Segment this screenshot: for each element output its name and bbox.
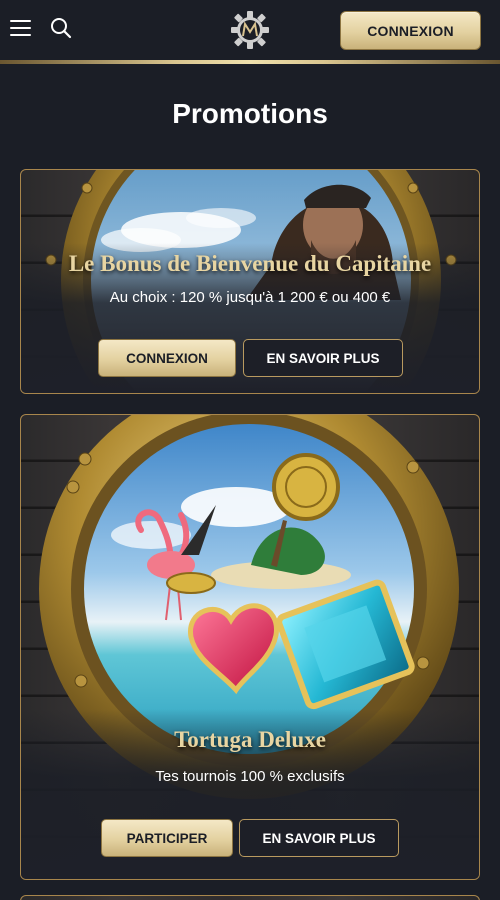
participate-button[interactable]: PARTICIPER <box>101 819 233 857</box>
promo-title: Tortuga Deluxe <box>174 727 326 752</box>
learn-more-button[interactable]: EN SAVOIR PLUS <box>239 819 399 857</box>
promo-subtitle: Au choix : 120 % jusqu'à 1 200 € ou 400 … <box>109 289 391 306</box>
login-button[interactable]: CONNEXION <box>98 339 236 377</box>
header-gold-divider <box>0 60 500 64</box>
casino-logo-icon[interactable] <box>230 10 270 50</box>
learn-more-button[interactable]: EN SAVOIR PLUS <box>243 339 403 377</box>
promo-card-next <box>20 895 480 900</box>
page-title: Promotions <box>172 98 328 129</box>
promo-card-tortuga-deluxe: Tortuga Deluxe Tes tournois 100 % exclus… <box>20 414 480 880</box>
top-header: CONNEXION <box>0 0 500 60</box>
promo-subtitle: Tes tournois 100 % exclusifs <box>155 768 345 785</box>
search-icon[interactable] <box>50 17 72 39</box>
promo-title: Le Bonus de Bienvenue du Capitaine <box>68 251 432 276</box>
promo-card-welcome-bonus: Le Bonus de Bienvenue du Capitaine Au ch… <box>20 169 480 394</box>
header-login-button[interactable]: CONNEXION <box>340 11 481 50</box>
hamburger-menu-icon[interactable] <box>10 18 32 38</box>
